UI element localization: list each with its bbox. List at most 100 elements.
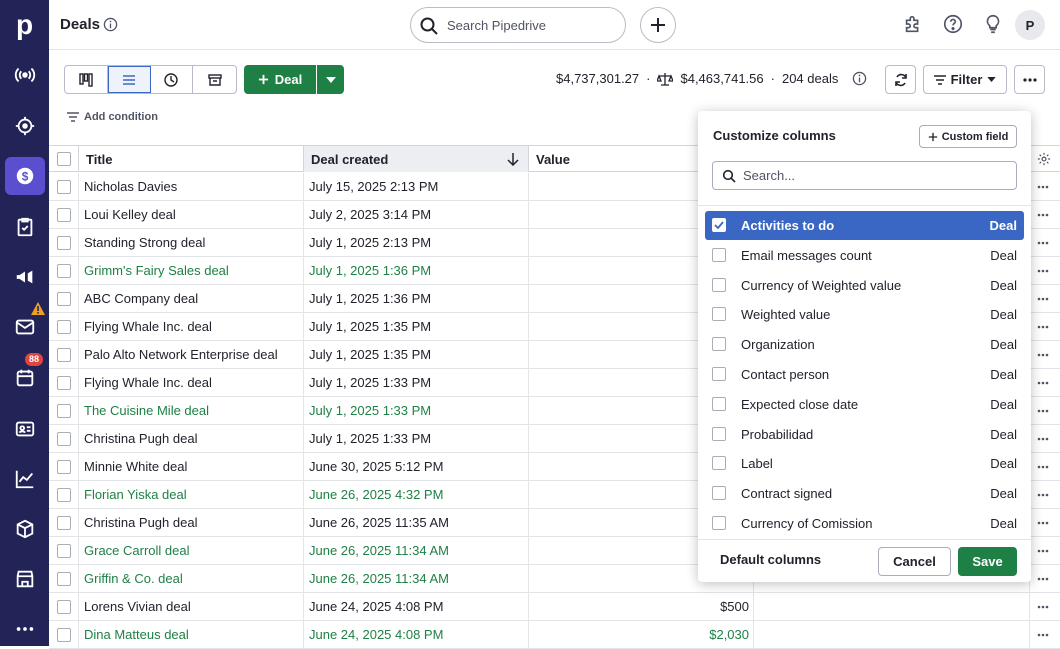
row-checkbox[interactable] [57, 319, 71, 334]
row-more-dots-icon[interactable] [1037, 521, 1049, 525]
column-option[interactable]: Email messages count Deal [705, 241, 1024, 270]
row-checkbox[interactable] [57, 515, 71, 530]
cell-value[interactable]: $2,030 [529, 621, 754, 648]
clipboard-check-icon[interactable] [0, 208, 49, 246]
table-row[interactable]: Lorens Vivian deal June 24, 2025 4:08 PM $… [49, 593, 1060, 621]
row-more-dots-icon[interactable] [1037, 437, 1049, 441]
products-box-icon[interactable] [0, 510, 49, 548]
add-deal-dropdown-button[interactable] [317, 65, 344, 94]
cancel-button[interactable]: Cancel [878, 547, 951, 576]
marketplace-store-icon[interactable] [0, 560, 49, 598]
column-option-checkbox[interactable] [712, 426, 726, 441]
column-option-checkbox[interactable] [712, 337, 726, 352]
cell-title[interactable]: Grimm's Fairy Sales deal [79, 257, 304, 284]
row-checkbox[interactable] [57, 543, 71, 558]
row-more-dots-icon[interactable] [1037, 213, 1049, 217]
cell-title[interactable]: Dina Matteus deal [79, 621, 304, 648]
default-columns-button[interactable]: Default columns [720, 552, 821, 567]
info-icon[interactable] [103, 17, 118, 32]
pipedrive-logo[interactable]: p [0, 5, 49, 45]
row-more-dots-icon[interactable] [1037, 297, 1049, 301]
row-more-dots-icon[interactable] [1037, 465, 1049, 469]
column-option[interactable]: Contract signed Deal [705, 479, 1024, 508]
megaphone-icon[interactable] [0, 258, 49, 296]
row-checkbox[interactable] [57, 291, 71, 306]
cell-deal-created[interactable]: June 26, 2025 11:34 AM [304, 565, 529, 592]
summary-info-icon[interactable] [852, 71, 867, 86]
cell-deal-created[interactable]: June 26, 2025 4:32 PM [304, 481, 529, 508]
row-more-dots-icon[interactable] [1037, 493, 1049, 497]
cell-title[interactable]: Christina Pugh deal [79, 425, 304, 452]
cell-title[interactable]: Griffin & Co. deal [79, 565, 304, 592]
more-actions-button[interactable] [1014, 65, 1045, 94]
column-option[interactable]: Currency of Weighted value Deal [705, 271, 1024, 300]
row-checkbox[interactable] [57, 403, 71, 418]
target-icon[interactable] [0, 107, 49, 145]
table-row[interactable]: Dina Matteus deal June 24, 2025 4:08 PM $2… [49, 621, 1060, 649]
cell-title[interactable]: Loui Kelley deal [79, 201, 304, 228]
cell-deal-created[interactable]: June 30, 2025 5:12 PM [304, 453, 529, 480]
cell-deal-created[interactable]: July 1, 2025 1:33 PM [304, 397, 529, 424]
column-header-title[interactable]: Title [79, 146, 304, 172]
column-search-input[interactable]: Search... [712, 161, 1017, 190]
cell-value[interactable]: $500 [529, 593, 754, 620]
column-option[interactable]: Probabilidad Deal [705, 420, 1024, 449]
row-checkbox[interactable] [57, 347, 71, 362]
column-option-checkbox[interactable] [712, 456, 726, 471]
column-option[interactable]: Organization Deal [705, 330, 1024, 359]
row-checkbox[interactable] [57, 599, 71, 614]
select-all-checkbox[interactable] [57, 152, 71, 166]
row-checkbox[interactable] [57, 627, 71, 642]
cell-deal-created[interactable]: July 15, 2025 2:13 PM [304, 173, 529, 200]
user-avatar[interactable]: P [1015, 10, 1045, 40]
cell-title[interactable]: Minnie White deal [79, 453, 304, 480]
cell-deal-created[interactable]: July 1, 2025 2:13 PM [304, 229, 529, 256]
column-option[interactable]: Weighted value Deal [705, 300, 1024, 329]
row-more-dots-icon[interactable] [1037, 325, 1049, 329]
cell-title[interactable]: Grace Carroll deal [79, 537, 304, 564]
column-option-checkbox[interactable] [712, 277, 726, 292]
column-option[interactable]: Expected close date Deal [705, 390, 1024, 419]
column-option-checkbox[interactable] [712, 367, 726, 381]
cell-title[interactable]: Lorens Vivian deal [79, 593, 304, 620]
cell-title[interactable]: Nicholas Davies [79, 173, 304, 200]
column-option-checkbox[interactable] [712, 307, 726, 322]
deals-dollar-icon[interactable]: $ [0, 157, 49, 195]
archive-view-button[interactable] [193, 66, 236, 93]
row-more-dots-icon[interactable] [1037, 381, 1049, 385]
tips-lightbulb-icon[interactable] [982, 13, 1004, 35]
cell-deal-created[interactable]: July 1, 2025 1:35 PM [304, 313, 529, 340]
row-more-dots-icon[interactable] [1037, 633, 1049, 637]
column-option[interactable]: Currency of Comission Deal [705, 509, 1024, 538]
column-option-checkbox[interactable] [712, 247, 726, 262]
global-search-input[interactable]: Search Pipedrive [410, 7, 626, 43]
column-option-checkbox[interactable] [712, 516, 726, 530]
row-checkbox[interactable] [57, 263, 71, 278]
filter-button[interactable]: Filter [923, 65, 1007, 94]
row-checkbox[interactable] [57, 375, 71, 390]
cell-title[interactable]: Flying Whale Inc. deal [79, 313, 304, 340]
cell-deal-created[interactable]: July 1, 2025 1:33 PM [304, 425, 529, 452]
contacts-card-icon[interactable] [0, 410, 49, 448]
list-view-button[interactable] [107, 66, 151, 93]
sort-descending-icon[interactable] [507, 153, 519, 166]
row-checkbox[interactable] [57, 431, 71, 446]
cell-title[interactable]: The Cuisine Mile deal [79, 397, 304, 424]
cell-deal-created[interactable]: June 24, 2025 4:08 PM [304, 621, 529, 648]
cell-deal-created[interactable]: July 2, 2025 3:14 PM [304, 201, 529, 228]
cell-deal-created[interactable]: July 1, 2025 1:35 PM [304, 341, 529, 368]
cell-deal-created[interactable]: July 1, 2025 1:36 PM [304, 257, 529, 284]
cell-deal-created[interactable]: July 1, 2025 1:33 PM [304, 369, 529, 396]
column-option-checkbox[interactable] [712, 396, 726, 411]
row-more-dots-icon[interactable] [1037, 549, 1049, 553]
calendar-icon[interactable] [0, 359, 49, 397]
row-more-dots-icon[interactable] [1037, 269, 1049, 273]
column-settings-gear-icon[interactable] [1037, 152, 1051, 166]
row-checkbox[interactable] [57, 179, 71, 194]
cell-title[interactable]: Christina Pugh deal [79, 509, 304, 536]
column-option[interactable]: Activities to do Deal [705, 211, 1024, 240]
refresh-button[interactable] [885, 65, 916, 94]
column-option[interactable]: Label Deal [705, 449, 1024, 478]
cell-title[interactable]: ABC Company deal [79, 285, 304, 312]
column-option[interactable]: Contact person Deal [705, 360, 1024, 389]
